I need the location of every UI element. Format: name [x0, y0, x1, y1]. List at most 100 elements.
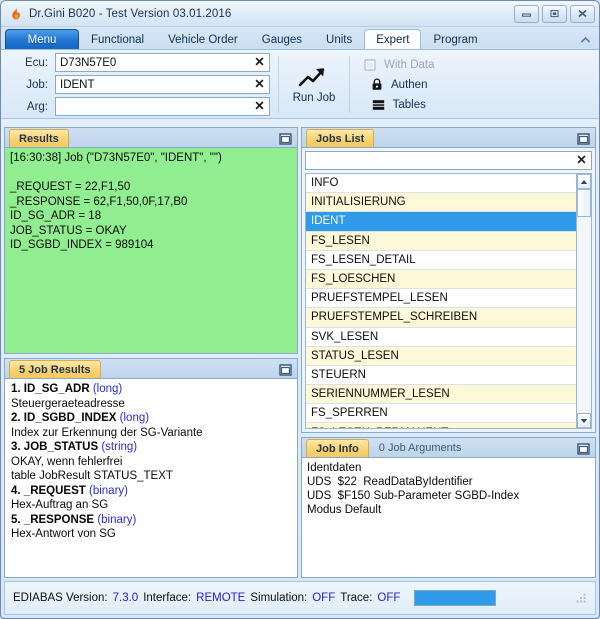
chevron-up-icon: [580, 36, 590, 43]
close-button[interactable]: [570, 4, 595, 23]
list-item[interactable]: FS_LESEN_DETAIL: [306, 250, 576, 270]
tables-label: Tables: [392, 98, 426, 111]
list-item[interactable]: STATUS_LESEN: [306, 346, 576, 366]
list-item[interactable]: FS_SPERREN: [306, 404, 576, 424]
ribbon-collapse-button[interactable]: [578, 33, 592, 47]
tab-functional[interactable]: Functional: [79, 29, 156, 50]
list-item: 5. _RESPONSE (binary) Hex-Antwort von SG: [11, 513, 291, 542]
list-item[interactable]: INITIALISIERUNG: [306, 193, 576, 213]
restore-panel-icon: [279, 364, 292, 376]
scrollbar-thumb[interactable]: [577, 189, 591, 217]
list-item[interactable]: IDENT: [306, 212, 576, 232]
jobs-list-maximize-button[interactable]: [577, 132, 590, 145]
checkbox-icon: [363, 58, 377, 72]
ecu-field-row: Ecu: D73N57E0 ✕: [11, 53, 270, 73]
list-item[interactable]: PRUEFSTEMPEL_LESEN: [306, 289, 576, 309]
authen-toggle[interactable]: Authen: [370, 77, 427, 93]
tab-jobs-list[interactable]: Jobs List: [306, 129, 375, 147]
scroll-up-button[interactable]: [577, 174, 591, 189]
list-item: 1. ID_SG_ADR (long) Steuergeraeteadresse: [11, 382, 291, 411]
tab-program[interactable]: Program: [421, 29, 489, 50]
tab-job-arguments[interactable]: 0 Job Arguments: [369, 439, 472, 457]
scroll-down-button[interactable]: [577, 413, 591, 428]
minimize-button[interactable]: [514, 4, 539, 23]
jobs-list-scroll-area: INFO INITIALISIERUNG IDENT FS_LESEN FS_L…: [305, 173, 592, 429]
job-info-text: Identdaten UDS $22 ReadDataByIdentifier …: [301, 457, 596, 578]
job-info-maximize-button[interactable]: [577, 442, 590, 455]
ediabas-version-value: 7.3.0: [112, 592, 139, 604]
with-data-toggle[interactable]: With Data: [363, 57, 435, 73]
ecu-value[interactable]: D73N57E0: [60, 57, 252, 69]
tab-results[interactable]: Results: [9, 129, 69, 147]
list-item: 4. _REQUEST (binary) Hex-Auftrag an SG: [11, 484, 291, 513]
job-result-name: _REQUEST: [23, 484, 86, 497]
list-item[interactable]: FS_LESEN: [306, 231, 576, 251]
results-maximize-button[interactable]: [279, 132, 292, 145]
simulation-value: OFF: [312, 592, 336, 604]
job-result-desc: Index zur Erkennung der SG-Variante: [11, 426, 203, 439]
job-result-name: _RESPONSE: [23, 513, 95, 526]
list-item[interactable]: PRUEFSTEMPEL_SCHREIBEN: [306, 308, 576, 328]
jobs-list-body: ✕ INFO INITIALISIERUNG IDENT FS_LESEN FS…: [301, 147, 596, 433]
list-item[interactable]: FS_LOESCHEN: [306, 269, 576, 290]
tab-job-info[interactable]: Job Info: [306, 439, 369, 457]
resize-grip-icon[interactable]: [575, 592, 587, 604]
tables-toggle[interactable]: Tables: [372, 97, 426, 113]
job-fields-group: Ecu: D73N57E0 ✕ Job: IDENT ✕ Arg: ✕: [1, 53, 278, 116]
workspace: Results [16:30:38] Job ("D73N57E0", "IDE…: [4, 127, 596, 578]
job-result-name: JOB_STATUS: [23, 441, 99, 453]
ribbon-panel: Ecu: D73N57E0 ✕ Job: IDENT ✕ Arg: ✕ Run …: [1, 49, 599, 119]
scrollbar-track[interactable]: [577, 189, 591, 413]
results-output: [16:30:38] Job ("D73N57E0", "IDENT", "")…: [4, 147, 298, 354]
list-item: 2. ID_SGBD_INDEX (long) Index zur Erkenn…: [11, 411, 291, 440]
list-item[interactable]: SERIENNUMMER_LESEN: [306, 385, 576, 405]
job-results-maximize-button[interactable]: [279, 363, 292, 376]
list-item[interactable]: FS_LESEN_PERMANENT: [306, 423, 576, 428]
job-results-panel: 5 Job Results 1. ID_SG_ADR (long) Steuer…: [4, 358, 298, 578]
jobs-list-search-clear-icon[interactable]: ✕: [574, 153, 589, 168]
restore-button[interactable]: [542, 4, 567, 23]
list-item[interactable]: STEUERN: [306, 365, 576, 386]
tab-vehicle-order[interactable]: Vehicle Order: [156, 29, 250, 50]
ribbon-toggles-group: With Data Authen Tables: [350, 53, 447, 116]
run-job-button[interactable]: Run Job: [279, 53, 349, 116]
job-input[interactable]: IDENT ✕: [55, 75, 270, 94]
job-result-index: 3.: [11, 441, 21, 453]
job-info-panel: Job Info 0 Job Arguments Identdaten UDS …: [301, 437, 596, 578]
window-controls: [514, 4, 595, 23]
arg-input[interactable]: ✕: [55, 97, 270, 116]
job-result-type: (binary): [89, 484, 128, 497]
job-result-type: (long): [92, 383, 123, 395]
caret-down-icon: [580, 418, 588, 423]
simulation-label: Simulation:: [250, 592, 308, 604]
tab-units[interactable]: Units: [314, 29, 364, 50]
job-value[interactable]: IDENT: [60, 79, 252, 91]
job-result-desc: Hex-Auftrag an SG: [11, 499, 109, 511]
ecu-input[interactable]: D73N57E0 ✕: [55, 53, 270, 72]
restore-panel-icon: [279, 133, 292, 145]
job-result-desc: OKAY, wenn fehlerfrei: [11, 455, 123, 468]
ecu-clear-icon[interactable]: ✕: [252, 55, 267, 70]
tab-expert[interactable]: Expert: [364, 29, 422, 50]
jobs-list-search-input[interactable]: ✕: [305, 151, 592, 170]
tab-job-results[interactable]: 5 Job Results: [9, 360, 101, 378]
trace-label: Trace:: [340, 592, 373, 604]
close-icon: [578, 9, 587, 18]
list-item: 3. JOB_STATUS (string) OKAY, wenn fehler…: [11, 440, 291, 484]
list-item[interactable]: INFO: [306, 174, 576, 194]
application-window: Dr.Gini B020 - Test Version 03.01.2016 M…: [0, 0, 600, 619]
tab-gauges[interactable]: Gauges: [250, 29, 314, 50]
job-info-panel-header: Job Info 0 Job Arguments: [301, 437, 596, 457]
job-clear-icon[interactable]: ✕: [252, 77, 267, 92]
jobs-list-panel-header: Jobs List: [301, 127, 596, 147]
trace-value: OFF: [377, 592, 401, 604]
list-item[interactable]: SVK_LESEN: [306, 327, 576, 347]
jobs-list-scrollbar[interactable]: [577, 173, 592, 429]
window-title: Dr.Gini B020 - Test Version 03.01.2016: [29, 7, 232, 20]
menu-button[interactable]: Menu: [5, 29, 79, 50]
arg-clear-icon[interactable]: ✕: [252, 99, 267, 114]
left-column: Results [16:30:38] Job ("D73N57E0", "IDE…: [4, 127, 298, 578]
caret-up-icon: [580, 179, 588, 184]
job-label: Job:: [26, 78, 48, 91]
job-result-index: 1.: [11, 383, 21, 395]
